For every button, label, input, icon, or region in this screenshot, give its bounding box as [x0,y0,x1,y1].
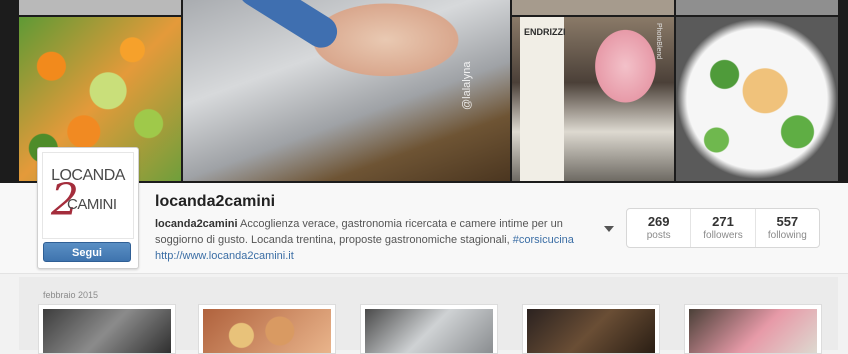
banner-photo-plate[interactable] [676,17,838,181]
profile-website-link[interactable]: http://www.locanda2camini.it [155,250,294,262]
feed-month-label: febbraio 2015 [43,290,99,300]
tongs-shape [232,0,344,54]
photo-watermark: @lalalyna [461,61,473,110]
stat-value: 269 [647,214,670,229]
wine-label-text: ENDRIZZI [524,27,566,37]
banner-photo-wine[interactable]: ENDRIZZI PhotoBlend [512,17,674,181]
thumbnail-image [527,309,655,353]
feed-thumbnail[interactable] [198,304,336,354]
bio-name: locanda2camini [155,218,238,230]
stat-posts[interactable]: 269 posts [627,209,692,247]
banner-photo-strip [512,0,674,15]
banner-photo-strip [19,0,181,15]
feed-thumbnail[interactable] [360,304,498,354]
logo-text-bottom: CAMINI [67,196,117,213]
banner-photo-strip [676,0,838,15]
chevron-down-icon[interactable] [604,226,614,232]
profile-bio: locanda2camini Accoglienza verace, gastr… [155,216,600,248]
follow-button[interactable]: Segui [43,242,131,262]
feed-thumbnail[interactable] [684,304,822,354]
wine-side-text: PhotoBlend [655,23,662,60]
stat-following[interactable]: 557 following [756,209,819,247]
feed-thumbnail[interactable] [38,304,176,354]
thumbnail-image [689,309,817,353]
thumbnail-image [203,309,331,353]
bio-hashtag[interactable]: #corsicucina [513,234,574,246]
avatar-card: LOCANDA 2 CAMINI Segui [37,147,139,269]
thumbnail-image [43,309,171,353]
avatar[interactable]: LOCANDA 2 CAMINI [42,152,134,239]
feed-thumbnail[interactable] [522,304,660,354]
stat-label: following [767,230,807,241]
stat-label: followers [703,230,743,241]
stat-followers[interactable]: 271 followers [691,209,756,247]
profile-username: locanda2camini [155,193,276,210]
profile-stats: 269 posts 271 followers 557 following [626,208,820,248]
banner-photo-roast[interactable]: @lalalyna [183,0,510,181]
stat-value: 557 [776,214,799,229]
stat-value: 271 [712,214,734,229]
stat-label: posts [646,230,671,241]
thumbnail-image [365,309,493,353]
